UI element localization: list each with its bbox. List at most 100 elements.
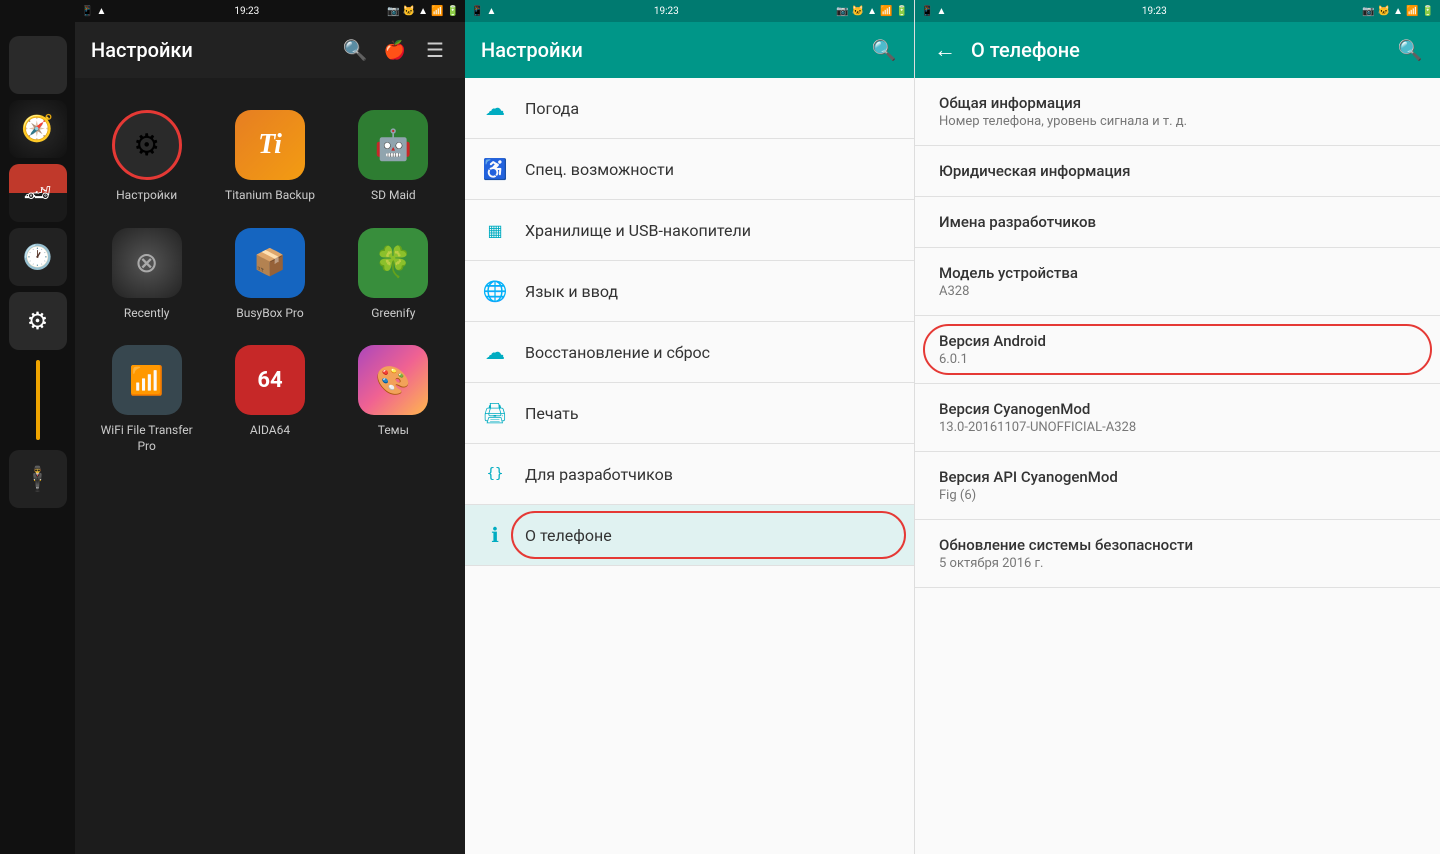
about-icon: ℹ	[481, 521, 509, 549]
about-item-title-api: Версия API CyanogenMod	[939, 468, 1416, 486]
app-label-nastroyki: Настройки	[116, 188, 177, 204]
about-list: Общая информация Номер телефона, уровень…	[915, 78, 1440, 854]
app-icon-wifi: 📶	[112, 345, 182, 415]
about-item-security[interactable]: Обновление системы безопасности 5 октябр…	[915, 520, 1440, 588]
storage-icon: ▦	[481, 216, 509, 244]
time-settings: 19:23	[654, 6, 679, 17]
settings-label-about: О телефоне	[525, 526, 612, 545]
about-item-title-legal: Юридическая информация	[939, 162, 1416, 180]
dock-compass-icon[interactable]: 🧭	[9, 100, 67, 158]
about-item-subtitle-api: Fig (6)	[939, 488, 1416, 503]
app-label-recently: Recently	[124, 306, 170, 322]
backup-icon: ☁	[481, 338, 509, 366]
back-icon-about[interactable]: ←	[931, 36, 959, 64]
left-sidebar: 🧭 🏎 🕐 ⚙ 🕴	[0, 0, 75, 854]
settings-header: Настройки 🔍	[465, 22, 914, 78]
accessibility-icon: ♿	[481, 155, 509, 183]
settings-item-print[interactable]: 🖨 Печать	[465, 383, 914, 444]
developer-icon: {}	[481, 460, 509, 488]
settings-item-language[interactable]: 🌐 Язык и ввод	[465, 261, 914, 322]
app-themes[interactable]: 🎨 Темы	[332, 333, 455, 466]
dock-racing-icon[interactable]: 🏎	[9, 164, 67, 222]
about-item-title-devnames: Имена разработчиков	[939, 213, 1416, 231]
app-nastroyki[interactable]: ⚙ Настройки	[85, 98, 208, 216]
app-label-titanium: Titanium Backup	[225, 188, 315, 204]
app-icon-greenify: 🍀	[358, 228, 428, 298]
settings-label-accessibility: Спец. возможности	[525, 160, 674, 179]
about-item-cyanogen[interactable]: Версия CyanogenMod 13.0-20161107-UNOFFIC…	[915, 384, 1440, 452]
settings-label-storage: Хранилище и USB-накопители	[525, 221, 751, 240]
settings-panel: 📱▲ 19:23 📷🐱▲📶🔋 Настройки 🔍 ☁ Погода ♿ Сп…	[465, 0, 915, 854]
settings-label-print: Печать	[525, 404, 579, 423]
settings-item-storage[interactable]: ▦ Хранилище и USB-накопители	[465, 200, 914, 261]
settings-title: Настройки	[481, 38, 858, 62]
settings-item-backup[interactable]: ☁ Восстановление и сброс	[465, 322, 914, 383]
dock-clock-icon[interactable]: 🕐	[9, 228, 67, 286]
about-item-title-android: Версия Android	[939, 332, 1416, 350]
dock-suit-icon[interactable]: 🕴	[9, 450, 67, 508]
scroll-indicator	[36, 360, 40, 440]
about-panel: 📱▲ 19:23 📷🐱▲📶🔋 ← О телефоне 🔍 Общая инфо…	[915, 0, 1440, 854]
about-item-legal[interactable]: Юридическая информация	[915, 146, 1440, 197]
about-item-general[interactable]: Общая информация Номер телефона, уровень…	[915, 78, 1440, 146]
app-titanium[interactable]: Ti Titanium Backup	[208, 98, 331, 216]
about-title: О телефоне	[971, 38, 1384, 62]
settings-item-developer[interactable]: {} Для разработчиков	[465, 444, 914, 505]
app-icon-themes: 🎨	[358, 345, 428, 415]
app-icon-aida64: 64	[235, 345, 305, 415]
app-busybox[interactable]: 📦 BusyBox Pro	[208, 216, 331, 334]
language-icon: 🌐	[481, 277, 509, 305]
app-greenify[interactable]: 🍀 Greenify	[332, 216, 455, 334]
settings-label-backup: Восстановление и сброс	[525, 343, 710, 362]
search-icon-middle[interactable]: 🔍	[341, 36, 369, 64]
app-icon-sdmaid: 🤖	[358, 110, 428, 180]
about-item-title-cyanogen: Версия CyanogenMod	[939, 400, 1416, 418]
settings-item-accessibility[interactable]: ♿ Спец. возможности	[465, 139, 914, 200]
dock-settings-icon[interactable]: ⚙	[9, 292, 67, 350]
search-icon-settings[interactable]: 🔍	[870, 36, 898, 64]
status-bar-settings: 📱▲ 19:23 📷🐱▲📶🔋	[465, 0, 914, 22]
settings-list: ☁ Погода ♿ Спец. возможности ▦ Хранилище…	[465, 78, 914, 854]
app-label-wifi: WiFi File Transfer Pro	[93, 423, 200, 454]
menu-icon-middle[interactable]: ☰	[421, 36, 449, 64]
about-item-subtitle-android: 6.0.1	[939, 352, 1416, 367]
time-middle: 19:23	[234, 6, 259, 17]
app-label-sdmaid: SD Maid	[371, 188, 416, 204]
middle-title: Настройки	[91, 38, 329, 62]
dock-grid-icon[interactable]	[9, 36, 67, 94]
about-item-model[interactable]: Модель устройства A328	[915, 248, 1440, 316]
about-item-title-security: Обновление системы безопасности	[939, 536, 1416, 554]
about-item-android[interactable]: Версия Android 6.0.1	[915, 316, 1440, 384]
app-icon-titanium: Ti	[235, 110, 305, 180]
about-item-subtitle-general: Номер телефона, уровень сигнала и т. д.	[939, 114, 1416, 129]
app-icon-nastroyki: ⚙	[112, 110, 182, 180]
status-bar-left	[0, 4, 75, 26]
middle-panel: 📱▲ 19:23 📷🐱▲📶🔋 Настройки 🔍 🍎 ☰ ⚙ Настрой…	[75, 0, 465, 854]
app-sdmaid[interactable]: 🤖 SD Maid	[332, 98, 455, 216]
about-item-devnames[interactable]: Имена разработчиков	[915, 197, 1440, 248]
app-recently[interactable]: ⊗ Recently	[85, 216, 208, 334]
app-label-greenify: Greenify	[371, 306, 415, 322]
app-icon-busybox: 📦	[235, 228, 305, 298]
settings-label-weather: Погода	[525, 99, 579, 118]
app-aida64[interactable]: 64 AIDA64	[208, 333, 331, 466]
app-wifi[interactable]: 📶 WiFi File Transfer Pro	[85, 333, 208, 466]
about-header: ← О телефоне 🔍	[915, 22, 1440, 78]
app-label-aida64: AIDA64	[250, 423, 290, 439]
search-icon-about[interactable]: 🔍	[1396, 36, 1424, 64]
settings-item-about[interactable]: ℹ О телефоне	[465, 505, 914, 566]
app-grid: ⚙ Настройки Ti Titanium Backup 🤖 SD Maid…	[75, 78, 465, 486]
about-item-title-model: Модель устройства	[939, 264, 1416, 282]
status-bar-middle: 📱▲ 19:23 📷🐱▲📶🔋	[75, 0, 465, 22]
print-icon: 🖨	[481, 399, 509, 427]
settings-label-language: Язык и ввод	[525, 282, 618, 301]
status-bar-about: 📱▲ 19:23 📷🐱▲📶🔋	[915, 0, 1440, 22]
dock-icons: 🧭 🏎 🕐 ⚙ 🕴	[9, 30, 67, 850]
about-item-api[interactable]: Версия API CyanogenMod Fig (6)	[915, 452, 1440, 520]
settings-label-developer: Для разработчиков	[525, 465, 673, 484]
apple-icon-middle[interactable]: 🍎	[381, 36, 409, 64]
app-icon-recently: ⊗	[112, 228, 182, 298]
time-about: 19:23	[1142, 6, 1167, 17]
middle-header: Настройки 🔍 🍎 ☰	[75, 22, 465, 78]
settings-item-weather[interactable]: ☁ Погода	[465, 78, 914, 139]
